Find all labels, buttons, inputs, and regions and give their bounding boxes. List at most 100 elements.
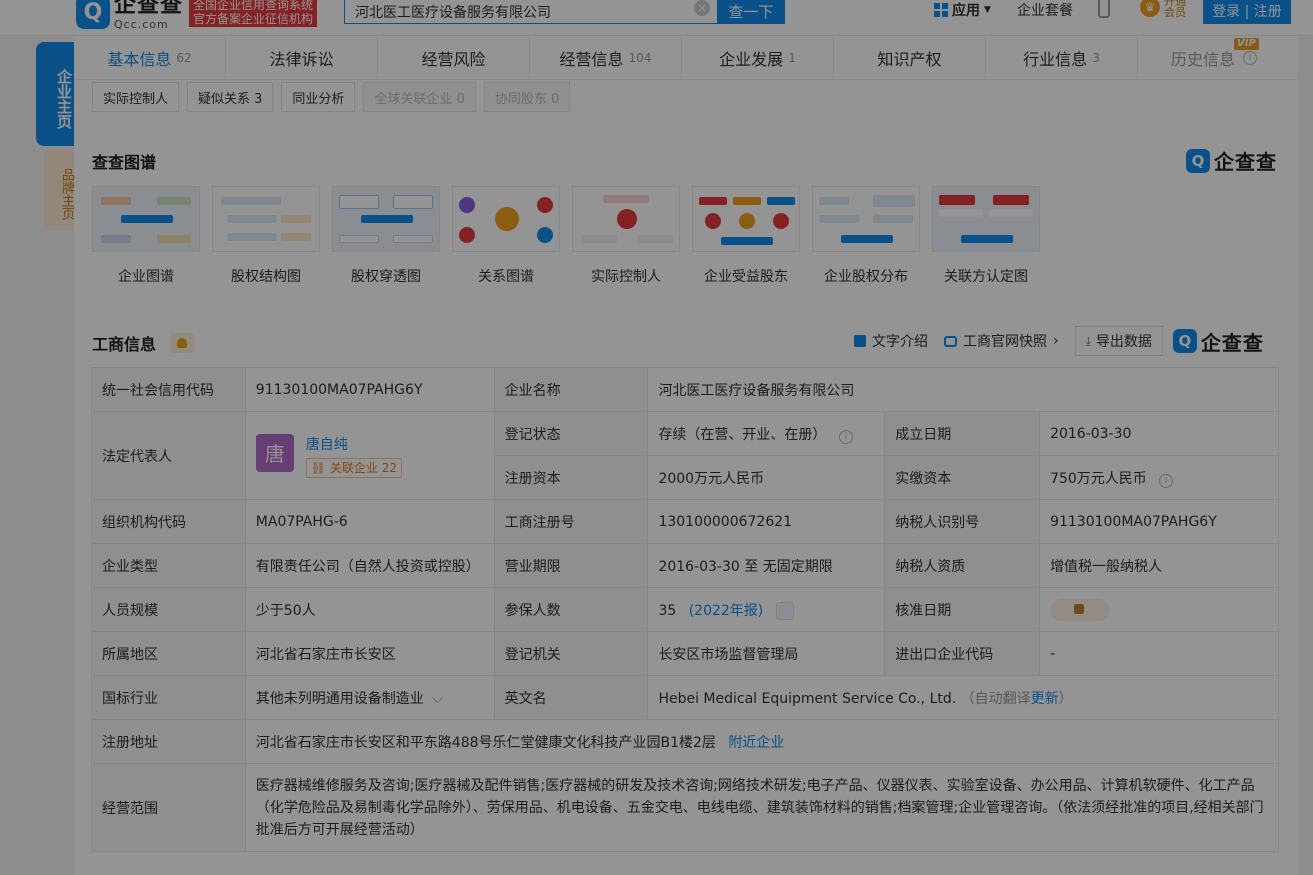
credit-code-value: 91130100MA07PAHG6Y (244, 367, 495, 412)
subtab-peer-analysis[interactable]: 同业分析 (281, 82, 356, 112)
related-companies-badge[interactable]: ⛓ 关联企业 22 (305, 457, 402, 478)
org-code-label: 组织机构代码 (91, 499, 246, 544)
lock-icon[interactable] (1050, 598, 1111, 621)
graph-item-equity-structure[interactable]: 股权结构图 (212, 186, 320, 286)
company-graph-thumbnail (92, 186, 200, 252)
link-icon: ⛓ (310, 460, 327, 475)
subtab-co-shareholders[interactable]: 协同股东 0 (483, 82, 571, 112)
clear-search-icon[interactable]: ✕ (694, 0, 710, 16)
site-logo[interactable]: Q 企查查 Qcc.com 全国企业信用查询系统 官方备案企业征信机构 (76, 0, 318, 30)
tab-basic-info[interactable]: 基本信息 62 (74, 36, 226, 80)
taxpayer-id-label: 纳税人识别号 (884, 499, 1041, 544)
business-info-tools: 文字介绍 工商官网快照 › ⤓ 导出数据 Q 企查查 (854, 326, 1264, 356)
tab-development[interactable]: 企业发展 1 (682, 36, 834, 80)
grid-icon (934, 3, 948, 17)
download-icon: ⤓ (1085, 333, 1091, 348)
approve-date-label: 核准日期 (884, 587, 1041, 632)
phone-icon[interactable] (1098, 0, 1110, 18)
table-row: 经营范围 医疗器械维修服务及咨询;医疗器械及配件销售;医疗器械的研发及技术咨询;… (91, 763, 1280, 852)
authority-value: 长安区市场监督管理局 (647, 631, 886, 676)
update-translation-link[interactable]: 更新 (1031, 691, 1059, 707)
authority-label: 登记机关 (493, 631, 649, 676)
ie-code-value: - (1039, 631, 1279, 676)
industry-cell[interactable]: 其他未列明通用设备制造业 ⌵ (244, 675, 495, 720)
reg-status-label: 登记状态 (493, 411, 649, 456)
found-date-label: 成立日期 (884, 411, 1041, 456)
subtab-actual-controller[interactable]: 实际控制人 (92, 82, 180, 112)
graph-item-company[interactable]: 企业图谱 (92, 186, 200, 286)
tab-ip[interactable]: 知识产权 (834, 36, 986, 80)
text-intro-link[interactable]: 文字介绍 (854, 331, 928, 351)
chart-icon[interactable] (775, 601, 794, 620)
open-vip-link[interactable]: ♛ 开通会员 (1140, 0, 1188, 18)
english-name-value: Hebei Medical Equipment Service Co., Ltd… (658, 690, 957, 707)
side-tab-brand-home[interactable]: 品牌主页 (44, 150, 74, 230)
taxpayer-id-value: 91130100MA07PAHG6Y (1039, 499, 1279, 544)
side-tab-company-home[interactable]: 企业主页 (36, 42, 74, 146)
document-icon (854, 335, 866, 347)
table-row: 所属地区 河北省石家庄市长安区 登记机关 长安区市场监督管理局 进出口企业代码 … (91, 631, 1279, 676)
official-snapshot-link[interactable]: 工商官网快照 › (944, 331, 1059, 351)
graph-item-relation[interactable]: 关系图谱 (452, 186, 560, 286)
tab-operation[interactable]: 经营信息 104 (530, 36, 682, 80)
equity-structure-thumbnail (212, 186, 320, 252)
enterprise-package-link[interactable]: 企业套餐 (1017, 0, 1073, 20)
staff-size-value: 少于50人 (244, 587, 495, 632)
main-panel: 基本信息 62 法律诉讼 经营风险 经营信息 104 企业发展 1 知识产权 行业信息… (74, 36, 1298, 875)
info-icon[interactable]: i (1243, 51, 1257, 65)
table-row: 统一社会信用代码 91130100MA07PAHG6Y 企业名称 河北医工医疗设… (91, 367, 1279, 412)
reg-no-value: 130100000672621 (647, 499, 886, 544)
search-button[interactable]: 查一下 (717, 0, 785, 24)
company-type-value: 有限责任公司（自然人投资或控股） (244, 543, 495, 588)
graph-item-equity-penetration[interactable]: 股权穿透图 (332, 186, 440, 286)
ie-code-label: 进出口企业代码 (884, 631, 1041, 676)
scope-value: 医疗器械维修服务及咨询;医疗器械及配件销售;医疗器械的研发及技术咨询;网络技术研… (244, 763, 1280, 852)
legal-rep-cell: 唐 唐自纯 ⛓ 关联企业 22 (244, 411, 495, 500)
business-term-label: 营业期限 (493, 543, 649, 588)
staff-size-label: 人员规模 (91, 587, 246, 632)
avatar[interactable]: 唐 (255, 433, 294, 472)
qcc-logo-icon: Q (1186, 148, 1210, 173)
search-input[interactable]: 河北医工医疗设备服务有限公司 (344, 0, 717, 24)
graph-item-beneficial-owner[interactable]: 企业受益股东 (692, 186, 800, 286)
address-label: 注册地址 (91, 719, 246, 764)
app-menu[interactable]: 应用 ▼ (934, 0, 991, 20)
tab-risk[interactable]: 经营风险 (378, 36, 530, 80)
info-icon[interactable]: i (838, 429, 853, 444)
graph-thumbnails: 企业图谱 股权结构图 股权穿透图 关系图谱 实际控制人 企业受益股东 企业股权分… (92, 186, 1040, 286)
graph-item-related-party[interactable]: 关联方认定图 (932, 186, 1040, 286)
annual-report-link[interactable]: (2022年报) (689, 603, 764, 619)
table-row: 组织机构代码 MA07PAHG-6 工商注册号 130100000672621 … (91, 499, 1279, 544)
insured-value: 35 (658, 602, 677, 619)
bell-icon[interactable] (170, 333, 195, 353)
insured-cell: 35 (2022年报) (647, 587, 886, 632)
equity-penetration-thumbnail (332, 186, 440, 252)
tax-qual-value: 增值税一般纳税人 (1039, 543, 1279, 588)
found-date-value: 2016-03-30 (1039, 411, 1279, 456)
nearby-companies-link[interactable]: 附近企业 (728, 735, 784, 751)
controller-graph-thumbnail (572, 186, 680, 252)
region-value: 河北省石家庄市长安区 (244, 631, 495, 676)
graph-item-equity-distribution[interactable]: 企业股权分布 (812, 186, 920, 286)
subtab-suspected-relation[interactable]: 疑似关系 3 (187, 82, 274, 112)
qcc-logo-icon: Q (1172, 329, 1197, 353)
paid-capital-cell: 750万元人民币 i (1039, 455, 1279, 500)
sub-tabs: 实际控制人 疑似关系 3 同业分析 全球关联企业 0 协同股东 0 (92, 82, 571, 112)
scope-label: 经营范围 (91, 763, 246, 852)
paid-capital-label: 实缴资本 (884, 455, 1041, 500)
approve-date-cell (1039, 587, 1279, 632)
tab-history[interactable]: VIP 历史信息 i (1138, 36, 1290, 80)
info-icon[interactable]: i (1159, 473, 1174, 488)
tab-legal[interactable]: 法律诉讼 (226, 36, 378, 80)
vip-crown-icon: ♛ (1140, 0, 1160, 17)
beneficial-owner-thumbnail (692, 186, 800, 252)
logo-cn: 企查查 (114, 0, 184, 18)
graph-item-controller[interactable]: 实际控制人 (572, 186, 680, 286)
export-data-button[interactable]: ⤓ 导出数据 (1074, 326, 1163, 356)
login-register-button[interactable]: 登录 | 注册 (1203, 0, 1291, 24)
tab-industry[interactable]: 行业信息 3 (986, 36, 1138, 80)
english-name-label: 英文名 (493, 675, 649, 720)
business-term-value: 2016-03-30 至 无固定期限 (647, 543, 886, 588)
subtab-global-affiliates[interactable]: 全球关联企业 0 (363, 82, 476, 112)
company-name-value: 河北医工医疗设备服务有限公司 (647, 367, 1279, 412)
